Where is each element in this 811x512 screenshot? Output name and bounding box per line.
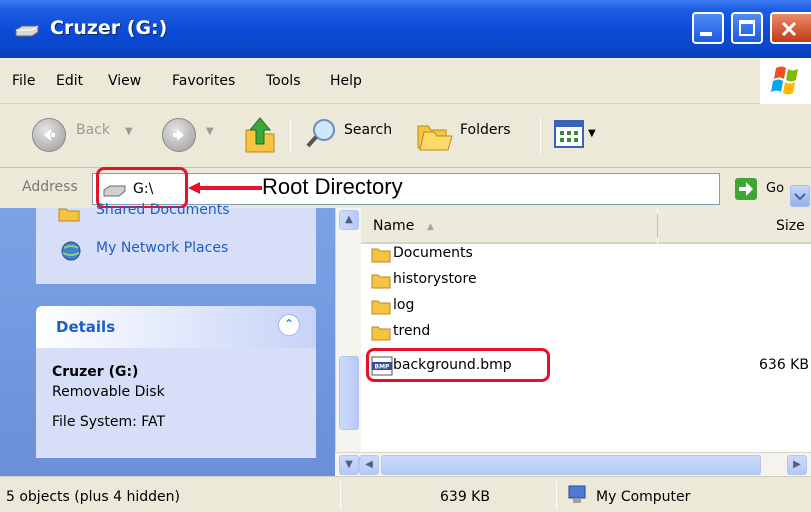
toolbar-separator [540,118,541,154]
minimize-button[interactable] [692,12,724,44]
horizontal-scrollbar[interactable]: ▼ ◀ ▶ [335,452,811,476]
status-separator [556,481,557,509]
views-dropdown-icon[interactable]: ▼ [588,128,596,139]
column-header-name[interactable]: Name ▲ [361,208,657,244]
scroll-thumb[interactable] [339,356,359,430]
go-label[interactable]: Go [766,181,784,196]
background-file-highlight [366,348,550,382]
details-drive-type: Removable Disk [52,384,165,400]
collapse-chevron-icon[interactable]: ⌃ [278,314,300,336]
back-arrow-icon [44,129,55,141]
close-icon [781,21,797,37]
menu-favorites[interactable]: Favorites [172,73,235,89]
file-name: historystore [393,271,477,287]
back-button[interactable] [32,118,66,152]
address-label: Address [22,179,78,195]
folder-icon [371,300,391,315]
scroll-down-chevron-icon[interactable]: ▼ [339,455,359,475]
removable-drive-icon [15,25,39,37]
status-separator [340,481,341,509]
other-places-card: Shared Documents My Network Places [36,202,316,284]
go-button[interactable] [735,178,757,200]
details-body: Cruzer (G:) Removable Disk File System: … [36,348,316,458]
scroll-up-button[interactable]: ▲ [339,210,359,230]
details-file-system: File System: FAT [52,414,166,430]
title-bar[interactable]: Cruzer (G:) [0,0,811,58]
scroll-left-button[interactable]: ◀ [359,455,379,475]
close-button[interactable] [770,12,811,44]
status-total-size: 639 KB [440,489,490,505]
menu-help[interactable]: Help [330,73,362,89]
folder-icon [371,326,391,341]
go-arrow-icon [739,182,753,196]
shared-documents-link[interactable]: Shared Documents [96,202,230,218]
details-drive-name: Cruzer (G:) [52,364,139,380]
menu-view[interactable]: View [108,73,141,89]
chevron-down-icon [794,193,806,201]
scroll-right-button[interactable]: ▶ [787,455,807,475]
forward-button[interactable] [162,118,196,152]
folders-button[interactable]: Folders [460,122,511,138]
my-network-places-link[interactable]: My Network Places [96,240,228,256]
column-size-label: Size [776,218,805,234]
file-size: 636 KB [759,357,809,373]
folder-icon [371,248,391,263]
forward-arrow-icon [173,129,184,141]
views-icon[interactable] [554,120,584,148]
network-places-icon [61,241,81,261]
toolbar: Back ▼ ▼ Search Folders ▼ [0,104,811,168]
status-object-count: 5 objects (plus 4 hidden) [6,489,180,505]
menu-tools[interactable]: Tools [266,73,301,89]
up-folder-icon[interactable] [242,114,278,154]
file-name: trend [393,323,431,339]
search-button[interactable]: Search [344,122,392,138]
menu-file[interactable]: File [12,73,35,89]
toolbar-separator [290,118,291,154]
status-bar: 5 objects (plus 4 hidden) 639 KB My Comp… [0,476,811,512]
column-name-label: Name [373,218,415,234]
column-header-size[interactable]: Size [658,208,811,244]
file-name: Documents [393,245,473,261]
search-icon[interactable] [304,116,340,152]
back-label[interactable]: Back [76,122,110,138]
callout-label: Root Directory [262,174,403,199]
window-title: Cruzer (G:) [50,17,168,39]
maximize-button[interactable] [731,12,763,44]
file-name: log [393,297,415,313]
horizontal-scroll-thumb[interactable] [381,455,761,475]
callout-arrow-icon [188,182,262,194]
sort-ascending-icon: ▲ [427,222,434,232]
vertical-scrollbar[interactable]: ▲ ▼ [335,208,361,476]
shared-folder-icon [58,208,80,222]
my-computer-icon [568,485,586,503]
back-dropdown-icon[interactable]: ▼ [125,126,133,137]
details-header[interactable]: Details ⌃ [36,306,316,348]
forward-dropdown-icon[interactable]: ▼ [206,126,214,137]
folders-icon[interactable] [416,116,454,152]
file-list: Name ▲ Size Documents historystore log t… [361,208,811,458]
address-dropdown-button[interactable] [790,185,810,207]
menu-edit[interactable]: Edit [56,73,83,89]
folder-icon [371,274,391,289]
menu-bar: File Edit View Favorites Tools Help [0,58,811,104]
task-pane: Shared Documents My Network Places Detai… [0,202,335,476]
status-location: My Computer [596,489,691,505]
details-title: Details [56,318,116,336]
windows-logo [760,58,811,104]
